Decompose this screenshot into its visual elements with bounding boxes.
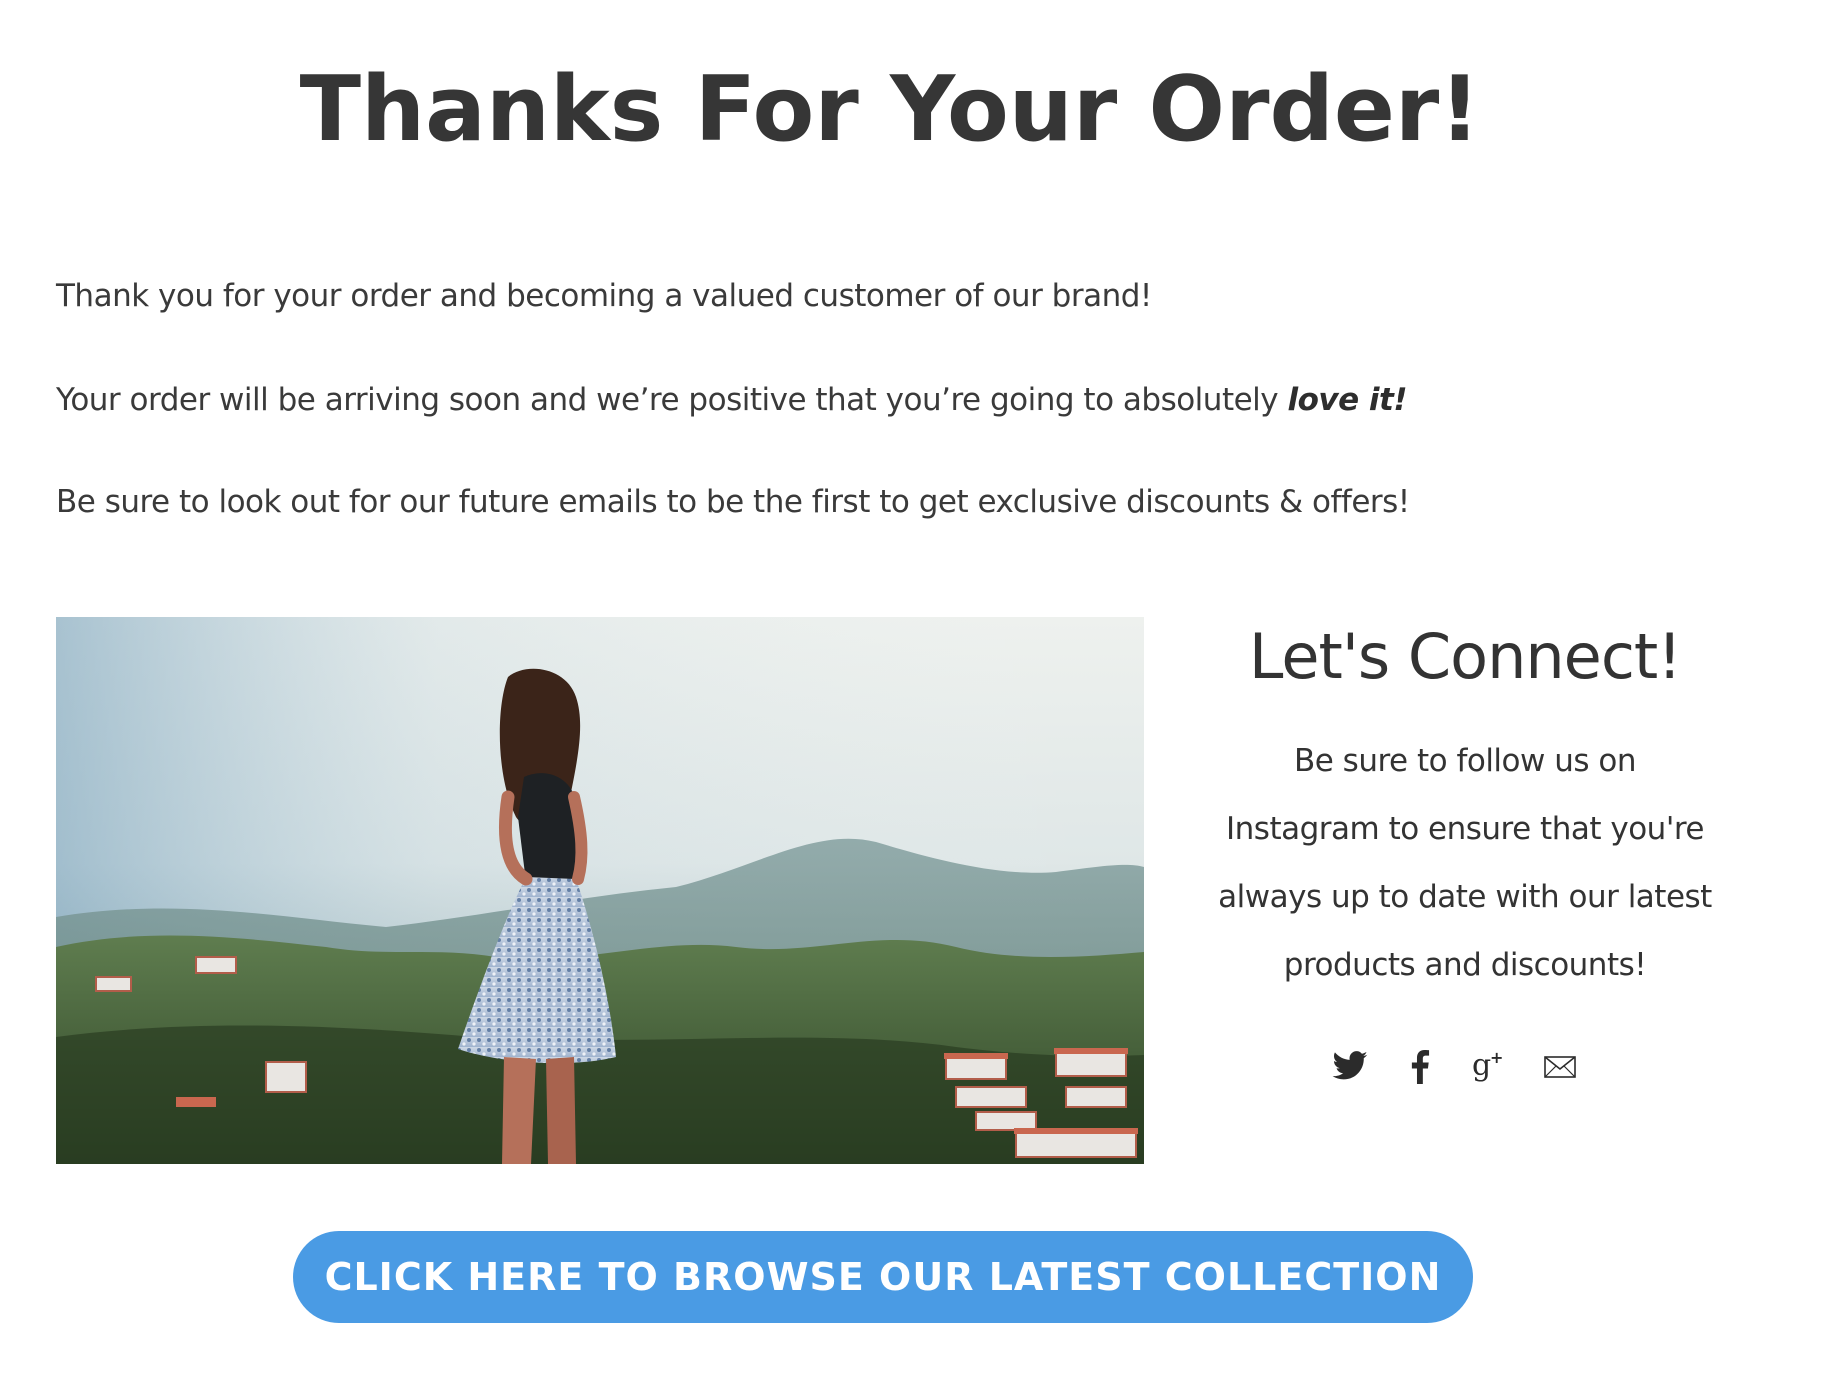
page-title: Thanks For Your Order!	[299, 57, 1481, 162]
google-plus-icon[interactable]: g +	[1470, 1047, 1510, 1087]
social-links: g +	[1330, 1043, 1610, 1091]
hero-photo	[56, 617, 1144, 1164]
connect-section: Let's Connect! Be sure to follow us on I…	[1190, 617, 1740, 999]
browse-collection-button[interactable]: CLICK HERE TO BROWSE OUR LATEST COLLECTI…	[293, 1231, 1473, 1323]
intro-line-1: Thank you for your order and becoming a …	[56, 278, 1152, 314]
facebook-icon[interactable]	[1400, 1047, 1440, 1087]
connect-body-line-4: products and discounts!	[1283, 947, 1647, 983]
connect-body-line-1: Be sure to follow us on	[1293, 743, 1637, 779]
connect-body-line-2: Instagram to ensure that you're	[1226, 811, 1704, 847]
twitter-icon[interactable]	[1330, 1047, 1370, 1087]
svg-text:g: g	[1472, 1049, 1491, 1083]
email-icon[interactable]	[1540, 1047, 1580, 1087]
intro-text: Thank you for your order and becoming a …	[56, 275, 1556, 585]
connect-title: Let's Connect!	[1248, 620, 1682, 693]
love-it-emphasis: love it!	[1287, 382, 1408, 418]
connect-body: Be sure to follow us on Instagram to ens…	[1190, 727, 1740, 999]
intro-line-3: Be sure to look out for our future email…	[56, 484, 1410, 520]
svg-text:+: +	[1490, 1049, 1503, 1067]
connect-body-line-3: always up to date with our latest	[1218, 879, 1712, 915]
intro-line-2-text: Your order will be arriving soon and we’…	[56, 382, 1288, 418]
intro-line-2: Your order will be arriving soon and we’…	[56, 379, 1556, 421]
